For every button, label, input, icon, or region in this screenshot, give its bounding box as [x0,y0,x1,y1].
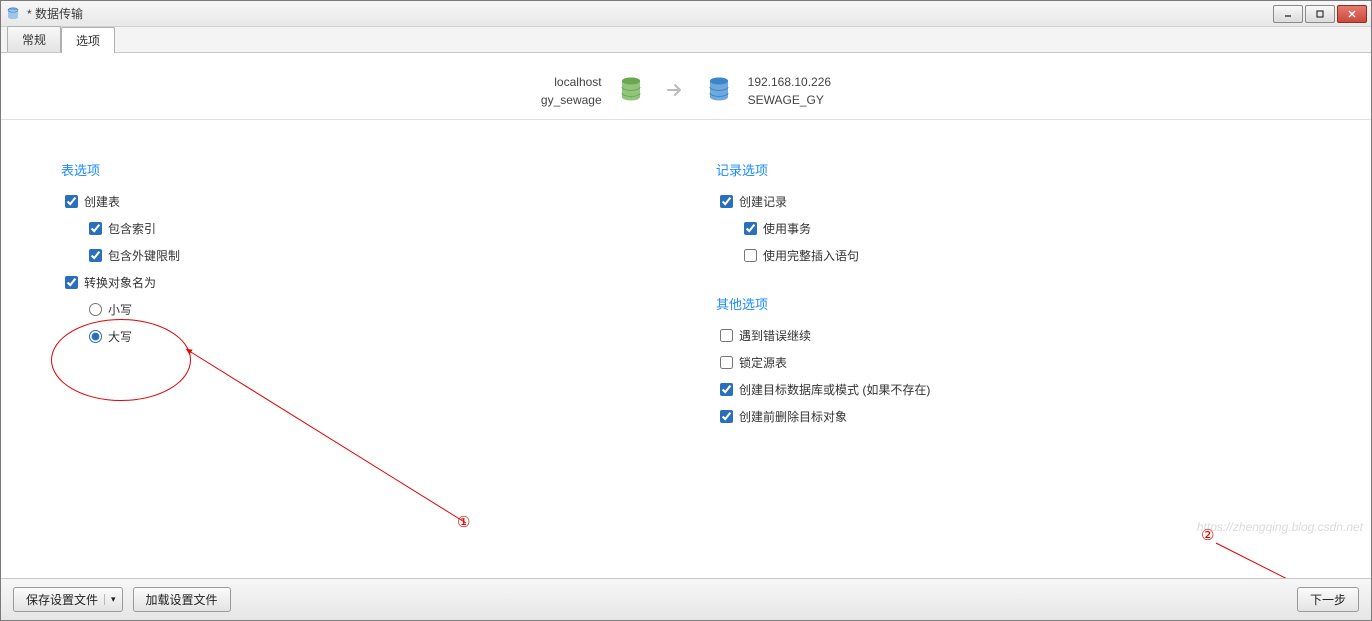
create-target-schema-row: 创建目标数据库或模式 (如果不存在) [716,381,1311,398]
annotation-callout-1: ① [457,513,470,531]
app-window: * 数据传输 常规 选项 localhost gy_sewage [0,0,1372,621]
create-table-row: 创建表 [61,193,656,210]
chevron-down-icon: ▾ [104,594,116,605]
arrow-right-icon [660,81,690,102]
app-icon [5,6,21,22]
uppercase-label[interactable]: 大写 [108,328,132,345]
continue-on-error-checkbox[interactable] [720,329,733,342]
lowercase-radio[interactable] [89,303,102,316]
source-host: localhost [541,73,602,91]
next-button[interactable]: 下一步 [1297,587,1359,612]
convert-names-row: 转换对象名为 [61,274,656,291]
create-records-row: 创建记录 [716,193,1311,210]
include-index-row: 包含索引 [61,220,656,237]
right-column: 记录选项 创建记录 使用事务 使用完整插入语句 其他选项 遇到错误继 [716,160,1311,435]
create-target-schema-checkbox[interactable] [720,383,733,396]
lowercase-row: 小写 [61,301,656,318]
use-transaction-checkbox[interactable] [744,222,757,235]
source-info: localhost gy_sewage [541,73,602,109]
database-target-icon [706,76,732,107]
target-host: 192.168.10.226 [748,73,831,91]
lock-source-checkbox[interactable] [720,356,733,369]
drop-target-first-label[interactable]: 创建前删除目标对象 [739,408,847,425]
lowercase-label[interactable]: 小写 [108,301,132,318]
target-info: 192.168.10.226 SEWAGE_GY [748,73,831,109]
create-table-label[interactable]: 创建表 [84,193,120,210]
maximize-button[interactable] [1305,5,1335,23]
table-options-heading: 表选项 [61,160,656,179]
full-insert-row: 使用完整插入语句 [716,247,1311,264]
convert-names-checkbox[interactable] [65,276,78,289]
use-transaction-row: 使用事务 [716,220,1311,237]
content-area: localhost gy_sewage 192.168.10.226 SEWAG… [1,53,1371,578]
database-source-icon [618,76,644,107]
window-controls [1273,5,1367,23]
save-profile-label: 保存设置文件 [26,591,98,608]
use-transaction-label[interactable]: 使用事务 [763,220,811,237]
tab-options[interactable]: 选项 [61,27,115,53]
transfer-summary: localhost gy_sewage 192.168.10.226 SEWAG… [1,53,1371,120]
uppercase-row: 大写 [61,328,656,345]
full-insert-checkbox[interactable] [744,249,757,262]
record-options-heading: 记录选项 [716,160,1311,179]
target-db: SEWAGE_GY [748,91,831,109]
watermark-text: https://zhengqing.blog.csdn.net [1197,520,1363,534]
tab-strip: 常规 选项 [1,27,1371,53]
tab-general[interactable]: 常规 [7,26,61,52]
window-title: * 数据传输 [27,5,83,22]
full-insert-label[interactable]: 使用完整插入语句 [763,247,859,264]
include-index-label[interactable]: 包含索引 [108,220,156,237]
include-fk-label[interactable]: 包含外键限制 [108,247,180,264]
annotation-callout-2: ② [1201,526,1214,544]
table-options-column: 表选项 创建表 包含索引 包含外键限制 转换对象名为 [61,160,656,435]
create-records-label[interactable]: 创建记录 [739,193,787,210]
uppercase-radio[interactable] [89,330,102,343]
convert-names-label[interactable]: 转换对象名为 [84,274,156,291]
include-fk-checkbox[interactable] [89,249,102,262]
lock-source-row: 锁定源表 [716,354,1311,371]
drop-target-first-checkbox[interactable] [720,410,733,423]
drop-target-first-row: 创建前删除目标对象 [716,408,1311,425]
lock-source-label[interactable]: 锁定源表 [739,354,787,371]
options-area: 表选项 创建表 包含索引 包含外键限制 转换对象名为 [1,120,1371,435]
annotation-arrow-2 [1211,538,1341,578]
footer-bar: 保存设置文件 ▾ 加载设置文件 下一步 [1,578,1371,620]
source-db: gy_sewage [541,91,602,109]
create-table-checkbox[interactable] [65,195,78,208]
other-options-heading: 其他选项 [716,294,1311,313]
continue-on-error-label[interactable]: 遇到错误继续 [739,327,811,344]
close-button[interactable] [1337,5,1367,23]
include-index-checkbox[interactable] [89,222,102,235]
save-profile-button[interactable]: 保存设置文件 ▾ [13,587,123,612]
continue-on-error-row: 遇到错误继续 [716,327,1311,344]
create-records-checkbox[interactable] [720,195,733,208]
minimize-button[interactable] [1273,5,1303,23]
titlebar: * 数据传输 [1,1,1371,27]
load-profile-button[interactable]: 加载设置文件 [133,587,231,612]
create-target-schema-label[interactable]: 创建目标数据库或模式 (如果不存在) [739,381,930,398]
include-fk-row: 包含外键限制 [61,247,656,264]
